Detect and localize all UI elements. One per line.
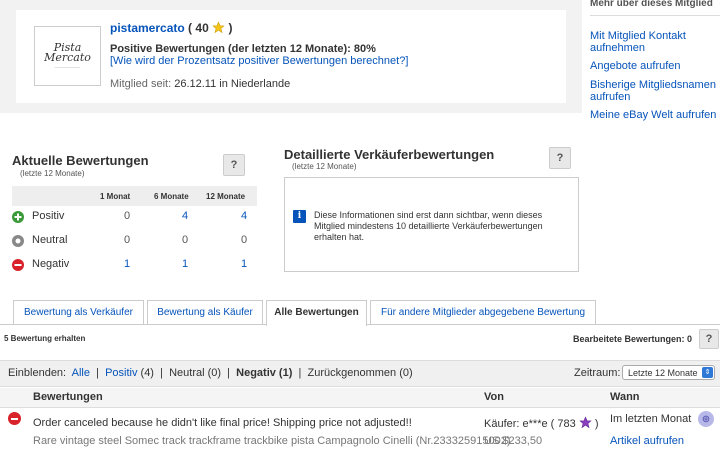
negative-12m[interactable]: 1 <box>234 258 254 270</box>
period-label: Zeitraum: <box>574 367 621 379</box>
view-item-link[interactable]: Artikel aufrufen <box>610 435 684 447</box>
logo-text: Pista Mercato <box>44 41 91 64</box>
positive-6m[interactable]: 4 <box>175 210 195 222</box>
filter-neutral: Neutral (0) <box>169 367 222 379</box>
sidebar-title: Mehr über dieses Mitglied <box>590 0 713 9</box>
col-6-months: 6 Monate <box>154 192 189 201</box>
filter-options: Einblenden: Alle | Positiv (4) | Neutral… <box>8 367 413 379</box>
feedback-count: 5 Bewertung erhalten <box>4 334 86 343</box>
filter-negative[interactable]: Negativ (1) <box>236 367 292 379</box>
tab-left-for-others[interactable]: Für andere Mitglieder abgegebene Bewertu… <box>370 300 596 324</box>
view-items-link[interactable]: Angebote aufrufen <box>590 60 718 72</box>
feedback-score[interactable]: 40 <box>195 21 208 35</box>
follow-up-icon[interactable]: ◎ <box>698 411 714 427</box>
star-icon <box>212 21 225 34</box>
neutral-icon <box>12 235 24 247</box>
positive-12m[interactable]: 4 <box>234 210 254 222</box>
neutral-1m: 0 <box>123 234 131 246</box>
negative-feedback-icon <box>8 412 21 425</box>
positive-percentage: Positive Bewertungen (der letzten 12 Mon… <box>110 43 376 55</box>
sidebar-divider <box>590 15 720 16</box>
username-line: pistamercato ( 40 ) <box>110 21 233 35</box>
previous-names-link[interactable]: Bisherige Mitgliedsnamen aufrufen <box>590 79 718 103</box>
feedback-item-title: Rare vintage steel Somec track trackfram… <box>33 435 511 447</box>
calc-explanation-link[interactable]: [Wie wird der Prozentsatz positiver Bewe… <box>110 55 408 67</box>
my-world-link[interactable]: Meine eBay Welt aufrufen <box>590 109 718 121</box>
username-link[interactable]: pistamercato <box>110 21 185 35</box>
negative-6m[interactable]: 1 <box>175 258 195 270</box>
neutral-6m: 0 <box>181 234 189 246</box>
feedback-price: US $233,50 <box>484 435 543 447</box>
current-ratings-help-button[interactable]: ? <box>223 154 245 176</box>
member-since: Mitglied seit: 26.12.11 in Niederlande <box>110 78 291 90</box>
neutral-12m: 0 <box>240 234 248 246</box>
col-1-month: 1 Monat <box>100 192 131 201</box>
filter-withdrawn: Zurückgenommen (0) <box>307 367 413 379</box>
profile-card: Pista Mercato ———————— pistamercato ( 40… <box>16 10 566 103</box>
negative-icon <box>12 259 24 271</box>
col-12-months: 12 Monate <box>206 192 246 201</box>
detailed-ratings-title: Detaillierte Verkäuferbewertungen <box>284 147 495 162</box>
tab-buyer-feedback[interactable]: Bewertung als Käufer <box>147 300 263 324</box>
purple-star-icon <box>579 416 592 429</box>
filter-bar: Einblenden: Alle | Positiv (4) | Neutral… <box>0 360 720 387</box>
period-select[interactable]: Letzte 12 Monate ⇕ <box>622 365 715 380</box>
feedback-from: Käufer: e***e ( 783 ) <box>484 416 599 430</box>
filter-all[interactable]: Alle <box>72 367 90 379</box>
filter-positive[interactable]: Positiv <box>105 367 137 379</box>
negative-1m[interactable]: 1 <box>117 258 137 270</box>
select-arrows-icon: ⇕ <box>702 367 713 378</box>
info-icon: i <box>293 210 306 223</box>
feedback-when: Im letzten Monat <box>610 413 692 425</box>
detailed-ratings-info-text: Diese Informationen sind erst dann sicht… <box>314 210 543 242</box>
detailed-ratings-help-button[interactable]: ? <box>549 147 571 169</box>
detailed-ratings-subtitle: (letzte 12 Monate) <box>292 162 357 171</box>
detailed-ratings-info-box: i Diese Informationen sind erst dann sic… <box>284 177 579 272</box>
positive-1m: 0 <box>123 210 131 222</box>
current-ratings-subtitle: (letzte 12 Monate) <box>20 169 85 178</box>
edited-feedback-count: Bearbeitete Bewertungen: 0 <box>573 334 693 344</box>
tab-all-feedback[interactable]: Alle Bewertungen <box>266 300 367 326</box>
neutral-label: Neutral <box>32 234 68 246</box>
contact-member-link[interactable]: Mit Mitglied Kontakt aufnehmen <box>590 30 718 54</box>
profile-section: Pista Mercato ———————— pistamercato ( 40… <box>0 0 582 113</box>
negative-label: Negativ <box>32 258 70 270</box>
edited-feedback-help-button[interactable]: ? <box>699 329 719 349</box>
store-logo: Pista Mercato ———————— <box>34 26 101 86</box>
tab-seller-feedback[interactable]: Bewertung als Verkäufer <box>13 300 144 324</box>
header-when: Wann <box>610 391 640 403</box>
feedback-comment: Order canceled because he didn't like fi… <box>33 417 412 429</box>
positive-icon <box>12 211 24 223</box>
current-ratings-title: Aktuelle Bewertungen <box>12 153 149 168</box>
positive-label: Positiv <box>32 210 65 222</box>
header-from: Von <box>484 391 504 403</box>
header-feedback: Bewertungen <box>33 391 103 403</box>
member-since-value: 26.12.11 in Niederlande <box>174 78 291 90</box>
